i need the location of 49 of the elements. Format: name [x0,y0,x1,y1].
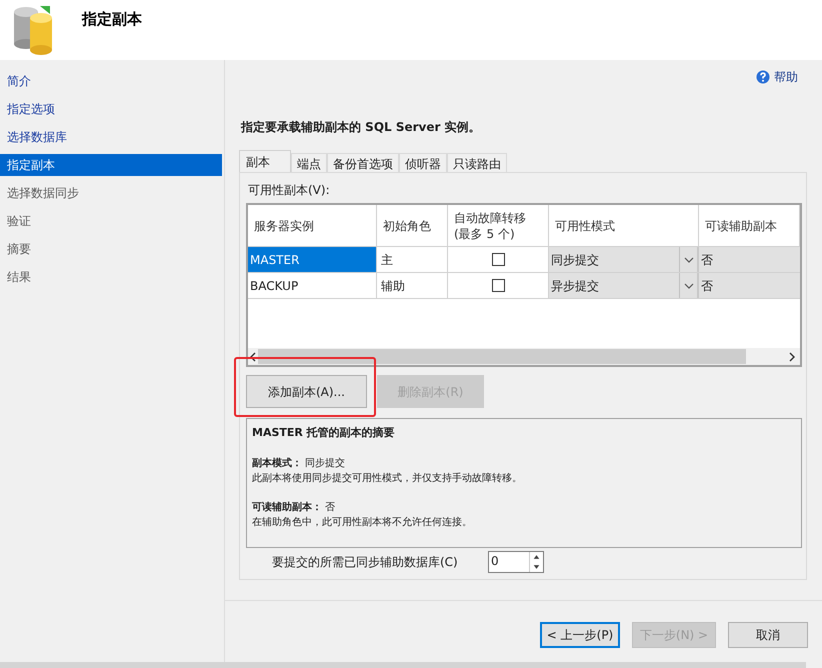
sidebar-item[interactable]: 简介 [0,70,222,92]
table-cell: MASTER [248,247,377,272]
instruction-text: 指定要承载辅助副本的 SQL Server 实例。 [241,119,482,136]
number-spinner[interactable]: 0 [488,551,544,573]
column-header: 可读辅助副本 [699,205,800,246]
column-header: 可用性模式 [549,205,699,246]
tab[interactable]: 副本 [239,150,291,172]
section-label: 可用性副本(V): [248,182,331,199]
summary-heading: 副本模式： 同步提交 [252,456,346,470]
tab[interactable]: 端点 [291,153,327,172]
button[interactable]: 取消 [728,622,808,648]
column-header: 自动故障转移(最多 5 个) [448,205,549,246]
dropdown[interactable]: 同步提交 [549,247,699,272]
horizontal-scrollbar[interactable] [248,348,800,365]
column-header: 服务器实例 [248,205,377,246]
dropdown[interactable]: 异步提交 [549,273,699,298]
button[interactable]: < 上一步(P) [540,622,620,648]
help-icon [756,70,770,84]
checkbox[interactable] [492,279,504,292]
checkbox[interactable] [492,253,504,266]
scroll-left-icon[interactable] [249,352,257,362]
table-cell: 主 [377,247,448,272]
summary-title: MASTER 托管的副本的摘要 [252,425,396,441]
help-link[interactable]: 帮助 [756,68,798,86]
summary-text: 此副本将使用同步提交可用性模式，并仅支持手动故障转移。 [252,472,523,486]
sidebar-item[interactable]: 验证 [0,210,222,232]
table-cell: 辅助 [377,273,448,298]
dropdown[interactable]: 否 [699,273,800,298]
sidebar-item[interactable]: 指定副本 [0,154,222,176]
sidebar-item[interactable]: 摘要 [0,238,222,260]
button[interactable]: 添加副本(A)... [246,375,367,408]
summary-text: 在辅助角色中，此可用性副本将不允许任何连接。 [252,516,473,530]
tab[interactable]: 侦听器 [399,153,447,172]
sidebar-item[interactable]: 选择数据同步 [0,182,222,204]
scrollbar-thumb[interactable] [258,349,746,364]
summary-heading: 可读辅助副本： 否 [252,500,336,514]
dropdown[interactable]: 否 [699,247,800,272]
sidebar-item[interactable]: 指定选项 [0,98,222,120]
scroll-right-icon[interactable] [788,352,796,362]
sidebar-item[interactable]: 结果 [0,266,222,288]
chevron-down-icon [684,256,694,262]
tab[interactable]: 备份首选项 [327,153,399,172]
column-header: 初始角色 [377,205,448,246]
chevron-down-icon [684,282,694,288]
field-label: 要提交的所需已同步辅助数据库(C) [272,554,459,571]
tab[interactable]: 只读路由 [447,153,507,172]
page-title: 指定副本 [82,8,142,30]
sidebar-item[interactable]: 选择数据库 [0,126,222,148]
table-cell: BACKUP [248,273,377,298]
